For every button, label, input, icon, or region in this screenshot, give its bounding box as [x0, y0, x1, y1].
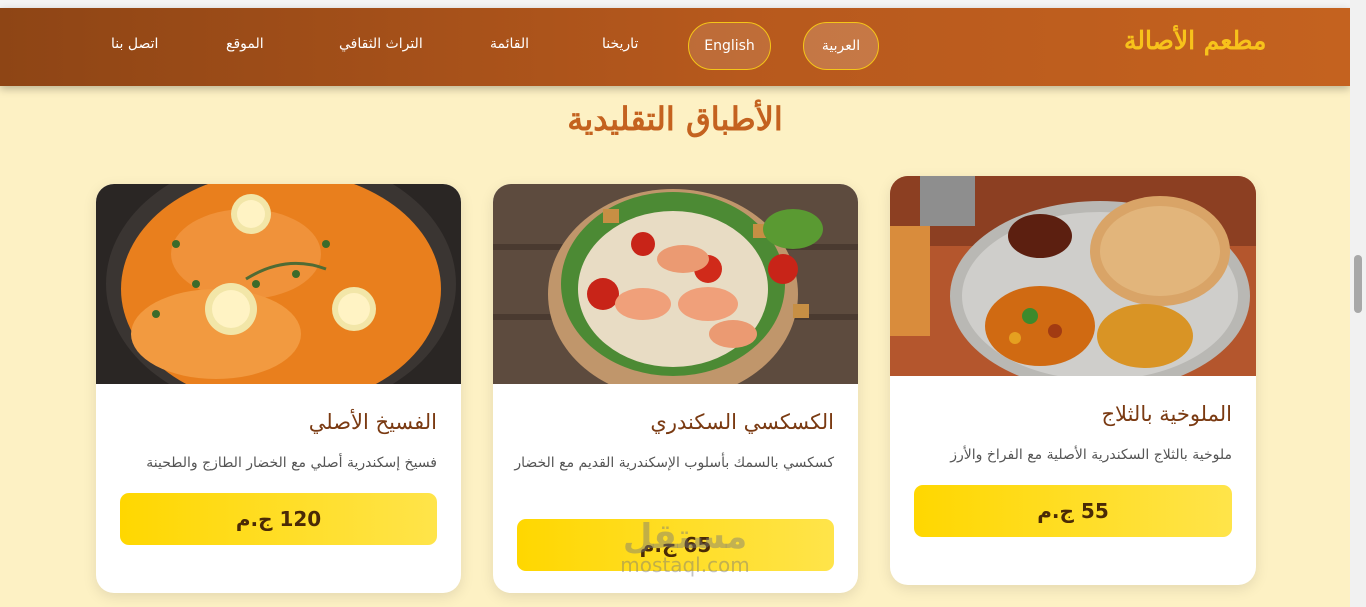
- dish-card-molokhia: الملوخية بالثلاج ملوخية بالثلاج السكندري…: [890, 176, 1256, 585]
- navbar: اتصل بنا الموقع التراث الثقافي القائمة ت…: [0, 8, 1350, 86]
- scrollbar[interactable]: [1350, 0, 1366, 607]
- dish-description: كسكسي بالسمك بأسلوب الإسكندرية القديم مع…: [514, 455, 834, 471]
- lang-arabic-button[interactable]: العربية: [803, 22, 879, 70]
- dish-card-couscous: الكسكسي السكندري كسكسي بالسمك بأسلوب الإ…: [493, 184, 858, 593]
- lang-english-button[interactable]: English: [688, 22, 771, 70]
- shrimp-salad-image: [493, 184, 858, 384]
- nav-contact[interactable]: اتصل بنا: [111, 36, 158, 52]
- fish-curry-image: [96, 184, 461, 384]
- nav-heritage[interactable]: التراث الثقافي: [339, 36, 423, 52]
- browser-top-strip: [0, 0, 1366, 8]
- nav-history[interactable]: تاريخنا: [602, 36, 638, 52]
- nav-location[interactable]: الموقع: [226, 36, 264, 52]
- brand-logo[interactable]: مطعم الأصالة: [1124, 26, 1266, 55]
- dish-description: ملوخية بالثلاج السكندرية الأصلية مع الفر…: [950, 447, 1232, 463]
- dish-title: الكسكسي السكندري: [650, 410, 834, 434]
- dish-title: الملوخية بالثلاج: [1101, 402, 1233, 426]
- section-title: الأطباق التقليدية: [567, 100, 783, 138]
- dish-description: فسيخ إسكندرية أصلي مع الخضار الطازج والط…: [146, 455, 437, 471]
- dish-card-fesikh: الفسيخ الأصلي فسيخ إسكندرية أصلي مع الخض…: [96, 184, 461, 593]
- price-button[interactable]: 120 ج.م: [120, 493, 437, 545]
- nav-menu[interactable]: القائمة: [490, 36, 529, 52]
- price-button[interactable]: 55 ج.م: [914, 485, 1232, 537]
- scrollbar-thumb[interactable]: [1354, 255, 1362, 313]
- dish-title: الفسيخ الأصلي: [308, 410, 437, 434]
- price-button[interactable]: 65 ج.م: [517, 519, 834, 571]
- molokhia-platter-image: [890, 176, 1256, 376]
